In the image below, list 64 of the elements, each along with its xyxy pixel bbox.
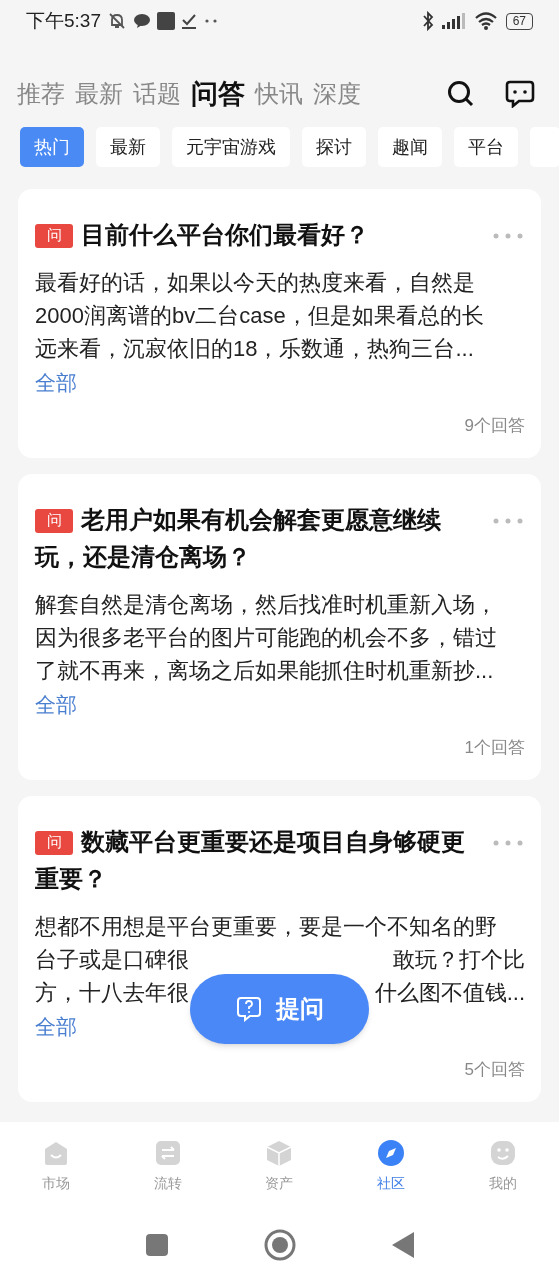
filter-chip[interactable]: 热门 — [20, 127, 84, 167]
signal-icon — [441, 13, 466, 29]
nav-tab[interactable]: 社区 — [335, 1138, 448, 1194]
category-tab[interactable]: 最新 — [75, 76, 123, 112]
expand-link[interactable]: 全部 — [35, 371, 77, 394]
back-icon[interactable] — [391, 1232, 414, 1258]
question-title: 重要？ — [35, 864, 107, 894]
expand-link[interactable]: 全部 — [35, 693, 77, 716]
recents-icon[interactable] — [145, 1234, 168, 1256]
status-time: 下午5:37 — [26, 8, 101, 33]
answer-text: 想都不用想是平台更重要，要是一个不知名的野 — [35, 913, 497, 941]
filter-chip[interactable]: 元宇宙游戏 — [172, 127, 290, 167]
category-tab[interactable]: 推荐 — [17, 76, 65, 112]
question-card[interactable]: 问 目前什么平台你们最看好？ 最看好的话，如果以今天的热度来看，自然是 2000润离谱的bv二台case，但是如果看总的长 远来看，沉寂依旧的18，乐数通，热狗三台... 全部 9个回答 — [18, 189, 541, 458]
question-title: 玩，还是清仓离场？ — [35, 542, 251, 572]
ask-question-button[interactable]: 提问 — [190, 974, 369, 1044]
question-title: 老用户如果有机会解套更愿意继续 — [81, 505, 441, 535]
nav-tab[interactable]: 流转 — [111, 1138, 224, 1194]
answer-count: 1个回答 — [464, 736, 525, 759]
home-icon[interactable] — [263, 1229, 296, 1261]
question-badge: 问 — [35, 508, 73, 533]
cube-icon — [265, 1138, 294, 1167]
category-tab[interactable]: 话题 — [133, 76, 181, 112]
category-tab[interactable]: 深度 — [313, 76, 361, 112]
question-title: 目前什么平台你们最看好？ — [81, 220, 369, 250]
expand-link[interactable]: 全部 — [35, 1015, 77, 1038]
nav-tab[interactable]: 市场 — [0, 1138, 112, 1194]
category-tab[interactable]: 问答 — [191, 73, 245, 115]
answer-text: 2000润离谱的bv二台case，但是如果看总的长 — [35, 302, 484, 330]
filter-chip[interactable]: 最新 — [96, 127, 160, 167]
answer-text: 解套自然是清仓离场，然后找准时机重新入场， — [35, 591, 497, 619]
answer-text: 方，十八去年很 — [35, 979, 189, 1007]
chat-bubble-icon — [133, 13, 151, 29]
compass-icon — [377, 1138, 406, 1167]
answer-count: 9个回答 — [464, 414, 525, 437]
answer-text: 敢玩？打个比 — [393, 946, 525, 974]
download-check-icon — [181, 13, 197, 29]
battery-indicator: 67 — [505, 12, 533, 30]
filter-chip[interactable]: 探讨 — [302, 127, 366, 167]
swap-icon — [153, 1138, 182, 1167]
more-dots-icon — [203, 18, 219, 24]
answer-text: 台子或是口碑很 — [35, 946, 189, 974]
answer-text: 了就不再来，离场之后如果能抓住时机重新抄... — [35, 657, 494, 685]
filter-chip[interactable]: 趣闻 — [378, 127, 442, 167]
category-tab[interactable]: 快讯 — [255, 76, 303, 112]
bell-off-icon — [107, 11, 127, 31]
message-icon[interactable] — [505, 80, 535, 108]
wifi-icon — [473, 12, 498, 30]
nav-tab[interactable]: 我的 — [447, 1138, 559, 1194]
answer-text: 因为很多老平台的图片可能跑的机会不多，错过 — [35, 624, 497, 652]
bluetooth-icon — [421, 11, 434, 31]
filter-chip[interactable]: 平台 — [454, 127, 518, 167]
question-badge: 问 — [35, 830, 73, 855]
question-badge: 问 — [35, 223, 73, 248]
question-card[interactable]: 问 老用户如果有机会解套更愿意继续 玩，还是清仓离场？ 解套自然是清仓离场，然后找准时机重新入场， 因为很多老平台的图片可能跑的机会不多，错过 了就不再来，离场之后如果能抓住时机重新抄... 全部 1个回答 — [18, 474, 541, 780]
question-title: 数藏平台更重要还是项目自身够硬更 — [81, 827, 465, 857]
question-bubble-icon — [235, 996, 262, 1022]
answer-text: 什么图不值钱... — [374, 979, 525, 1007]
search-icon[interactable] — [447, 80, 475, 108]
answer-text: 远来看，沉寂依旧的18，乐数通，热狗三台... — [35, 335, 474, 363]
answer-count: 5个回答 — [464, 1058, 525, 1081]
nav-tab[interactable]: 资产 — [223, 1138, 336, 1194]
answer-text: 最看好的话，如果以今天的热度来看，自然是 — [35, 269, 475, 297]
square-app-icon — [157, 12, 175, 30]
